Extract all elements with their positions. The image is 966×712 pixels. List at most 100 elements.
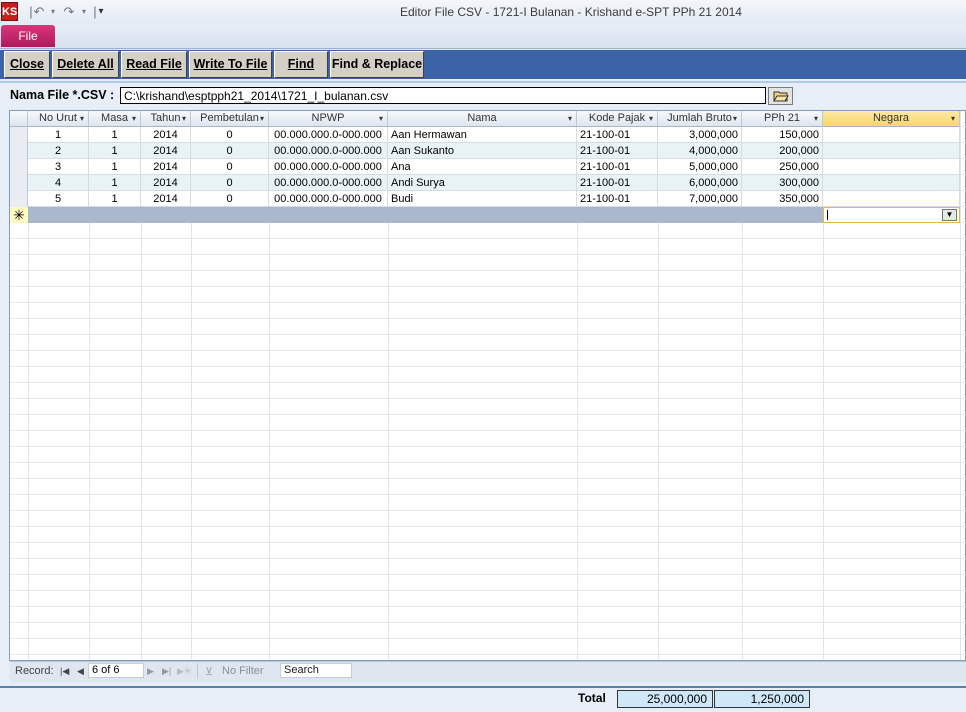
- table-row[interactable]: 3 1 2014 0 00.000.000.0-000.000 Ana 21-100-01 5…: [28, 159, 960, 175]
- negara-combo-input[interactable]: [823, 207, 960, 223]
- column-menu-icon[interactable]: ▾: [733, 111, 737, 126]
- cell-tahun[interactable]: 2014: [141, 191, 191, 207]
- cell-bruto[interactable]: 5,000,000: [658, 159, 742, 175]
- cell-masa[interactable]: 1: [89, 191, 141, 207]
- cell-negara[interactable]: [823, 191, 960, 207]
- find-replace-button[interactable]: Find & Replace: [330, 51, 424, 78]
- current-record-input[interactable]: 6 of 6: [88, 663, 144, 678]
- cell-pph[interactable]: 350,000: [742, 191, 823, 207]
- column-menu-icon[interactable]: ▾: [260, 111, 264, 126]
- cell-no[interactable]: 4: [28, 175, 89, 191]
- column-menu-icon[interactable]: ▾: [132, 111, 136, 126]
- cell-negara[interactable]: [823, 127, 960, 143]
- prev-record-icon[interactable]: ◀: [77, 666, 84, 677]
- cell-masa[interactable]: 1: [89, 159, 141, 175]
- cell-negara[interactable]: [823, 159, 960, 175]
- cell-bruto[interactable]: 6,000,000: [658, 175, 742, 191]
- cell-nama[interactable]: Budi: [388, 191, 577, 207]
- column-header-no-urut[interactable]: No Urut ▾: [28, 111, 89, 127]
- cell-negara[interactable]: [823, 175, 960, 191]
- cell-kode[interactable]: 21-100-01: [577, 191, 658, 207]
- cell-nama[interactable]: Aan Hermawan: [388, 127, 577, 143]
- cell-masa[interactable]: 1: [89, 143, 141, 159]
- delete-all-button[interactable]: Delete All: [52, 51, 119, 78]
- cell-npwp[interactable]: 00.000.000.0-000.000: [269, 143, 388, 159]
- cell-kode[interactable]: 21-100-01: [577, 143, 658, 159]
- cell-masa[interactable]: 1: [89, 175, 141, 191]
- column-header-pph-21[interactable]: PPh 21 ▾: [742, 111, 823, 127]
- column-header-masa[interactable]: Masa ▾: [89, 111, 141, 127]
- cell-tahun[interactable]: 2014: [141, 175, 191, 191]
- cell-tahun[interactable]: 2014: [141, 159, 191, 175]
- cell-no[interactable]: 3: [28, 159, 89, 175]
- cell-bruto[interactable]: 3,000,000: [658, 127, 742, 143]
- row-selector[interactable]: [10, 191, 28, 207]
- cell-npwp[interactable]: 00.000.000.0-000.000: [269, 159, 388, 175]
- chevron-down-icon[interactable]: ▼: [942, 209, 957, 221]
- column-menu-icon[interactable]: ▾: [568, 111, 572, 126]
- column-menu-icon[interactable]: ▾: [951, 111, 955, 126]
- first-record-icon[interactable]: |◀: [60, 666, 69, 677]
- cell-no[interactable]: 2: [28, 143, 89, 159]
- table-row[interactable]: 4 1 2014 0 00.000.000.0-000.000 Andi Surya 21-…: [28, 175, 960, 191]
- new-record-nav-icon[interactable]: ▶✳: [177, 666, 191, 677]
- write-to-file-button[interactable]: Write To File: [189, 51, 272, 78]
- file-path-input[interactable]: [120, 87, 766, 104]
- row-selector[interactable]: [10, 175, 28, 191]
- cell-pph[interactable]: 200,000: [742, 143, 823, 159]
- cell-npwp[interactable]: 00.000.000.0-000.000: [269, 175, 388, 191]
- column-header-negara[interactable]: Negara ▾: [823, 111, 960, 127]
- read-file-button[interactable]: Read File: [121, 51, 187, 78]
- cell-npwp[interactable]: 00.000.000.0-000.000: [269, 191, 388, 207]
- cell-bruto[interactable]: 7,000,000: [658, 191, 742, 207]
- column-header-tahun[interactable]: Tahun ▾: [141, 111, 191, 127]
- column-header-kode-pajak[interactable]: Kode Pajak ▾: [577, 111, 658, 127]
- close-button[interactable]: Close: [4, 51, 50, 78]
- cell-nama[interactable]: Ana: [388, 159, 577, 175]
- column-menu-icon[interactable]: ▾: [80, 111, 84, 126]
- cell-pembetulan[interactable]: 0: [191, 159, 269, 175]
- cell-bruto[interactable]: 4,000,000: [658, 143, 742, 159]
- cell-tahun[interactable]: 2014: [141, 143, 191, 159]
- cell-pembetulan[interactable]: 0: [191, 143, 269, 159]
- cell-kode[interactable]: 21-100-01: [577, 175, 658, 191]
- select-all-corner[interactable]: [10, 111, 28, 127]
- cell-pph[interactable]: 150,000: [742, 127, 823, 143]
- row-selector[interactable]: [10, 143, 28, 159]
- cell-kode[interactable]: 21-100-01: [577, 159, 658, 175]
- last-record-icon[interactable]: ▶|: [162, 666, 171, 677]
- cell-masa[interactable]: 1: [89, 127, 141, 143]
- column-menu-icon[interactable]: ▾: [649, 111, 653, 126]
- column-menu-icon[interactable]: ▾: [379, 111, 383, 126]
- next-record-icon[interactable]: ▶: [147, 666, 154, 677]
- column-header-pembetulan[interactable]: Pembetulan ▾: [191, 111, 269, 127]
- table-row[interactable]: 2 1 2014 0 00.000.000.0-000.000 Aan Sukanto 21…: [28, 143, 960, 159]
- column-menu-icon[interactable]: ▾: [814, 111, 818, 126]
- no-filter-button[interactable]: No Filter: [222, 665, 264, 677]
- table-row[interactable]: 5 1 2014 0 00.000.000.0-000.000 Budi 21-100-01…: [28, 191, 960, 207]
- column-header-npwp[interactable]: NPWP ▾: [269, 111, 388, 127]
- cell-nama[interactable]: Aan Sukanto: [388, 143, 577, 159]
- cell-tahun[interactable]: 2014: [141, 127, 191, 143]
- cell-npwp[interactable]: 00.000.000.0-000.000: [269, 127, 388, 143]
- row-selector[interactable]: [10, 159, 28, 175]
- cell-pph[interactable]: 250,000: [742, 159, 823, 175]
- cell-no[interactable]: 1: [28, 127, 89, 143]
- table-row[interactable]: 1 1 2014 0 00.000.000.0-000.000 Aan Hermawan 2…: [28, 127, 960, 143]
- new-record-row[interactable]: [10, 207, 823, 223]
- cell-pph[interactable]: 300,000: [742, 175, 823, 191]
- browse-folder-button[interactable]: [768, 87, 793, 105]
- column-header-nama[interactable]: Nama ▾: [388, 111, 577, 127]
- cell-pembetulan[interactable]: 0: [191, 175, 269, 191]
- cell-kode[interactable]: 21-100-01: [577, 127, 658, 143]
- column-header-jumlah-bruto[interactable]: Jumlah Bruto ▾: [658, 111, 742, 127]
- cell-nama[interactable]: Andi Surya: [388, 175, 577, 191]
- column-menu-icon[interactable]: ▾: [182, 111, 186, 126]
- file-tab[interactable]: File: [1, 25, 55, 47]
- cell-negara[interactable]: [823, 143, 960, 159]
- row-selector[interactable]: [10, 127, 28, 143]
- cell-no[interactable]: 5: [28, 191, 89, 207]
- search-input[interactable]: Search: [280, 663, 352, 678]
- cell-pembetulan[interactable]: 0: [191, 191, 269, 207]
- cell-pembetulan[interactable]: 0: [191, 127, 269, 143]
